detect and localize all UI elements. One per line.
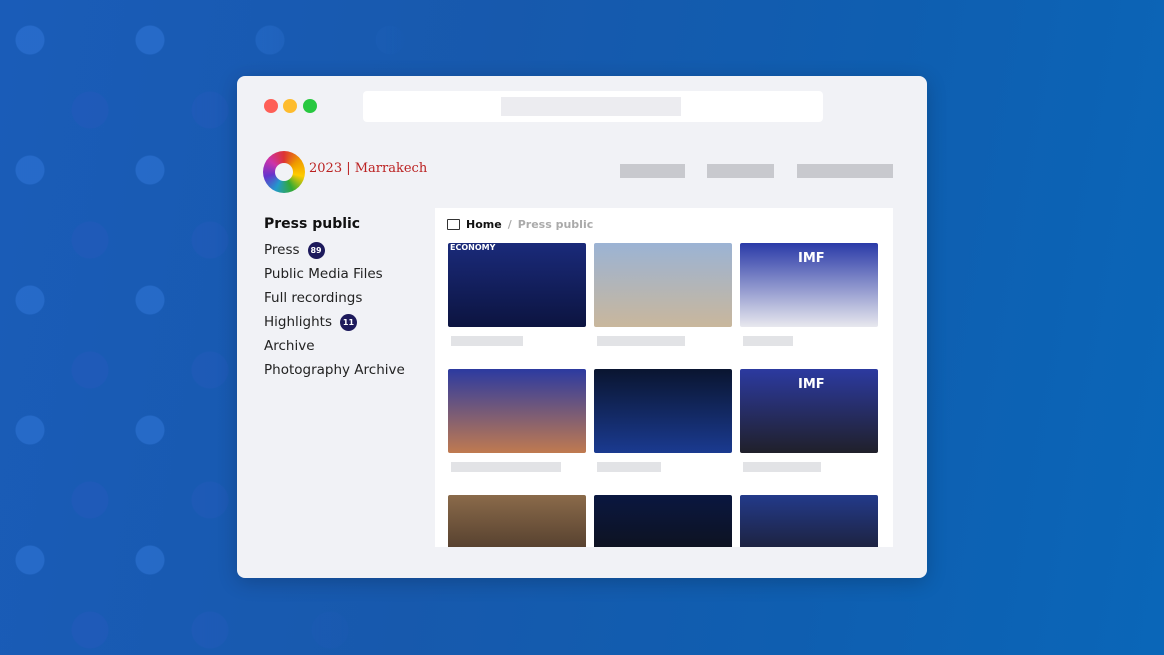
breadcrumb-home[interactable]: Home	[466, 218, 502, 231]
sidebar-item-full-recordings[interactable]: Full recordings	[264, 286, 405, 310]
sidebar-item-press[interactable]: Press 89	[264, 238, 405, 262]
folder-icon	[447, 219, 460, 230]
nav-placeholder-1[interactable]	[620, 164, 685, 178]
address-placeholder	[501, 97, 681, 116]
media-thumbnail[interactable]: IMF	[740, 243, 878, 327]
thumbnail-title-placeholder	[743, 462, 821, 472]
minimize-window-button[interactable]	[283, 99, 297, 113]
sidebar: Press public Press 89 Public Media Files …	[264, 216, 405, 382]
thumbnail-title-placeholder	[451, 336, 523, 346]
sidebar-item-public-media-files[interactable]: Public Media Files	[264, 262, 405, 286]
logo[interactable]: 2023 | Marrakech	[263, 151, 427, 193]
nav-placeholder-3[interactable]	[797, 164, 893, 178]
thumbnail-title-placeholder	[451, 462, 561, 472]
nav-placeholder-2[interactable]	[707, 164, 774, 178]
breadcrumb-current: Press public	[517, 218, 594, 231]
breadcrumb: Home / Press public	[447, 218, 593, 231]
sidebar-item-label: Public Media Files	[264, 266, 383, 282]
media-thumbnail[interactable]	[594, 243, 732, 327]
maximize-window-button[interactable]	[303, 99, 317, 113]
thumbnail-title-placeholder	[597, 462, 661, 472]
media-thumbnail[interactable]	[448, 369, 586, 453]
sidebar-item-highlights[interactable]: Highlights 11	[264, 310, 405, 334]
media-panel: Home / Press public ECONOMY IMF IMF	[435, 208, 893, 547]
thumbnail-title-placeholder	[743, 336, 793, 346]
sidebar-item-label: Press	[264, 242, 300, 258]
sidebar-item-photography-archive[interactable]: Photography Archive	[264, 358, 405, 382]
address-bar[interactable]	[363, 91, 823, 122]
thumbnail-text: IMF	[798, 251, 825, 266]
sidebar-item-label: Archive	[264, 338, 315, 354]
sidebar-item-archive[interactable]: Archive	[264, 334, 405, 358]
media-thumbnail[interactable]	[448, 495, 586, 547]
logo-text: 2023 | Marrakech	[309, 161, 428, 176]
sidebar-item-label: Highlights	[264, 314, 332, 330]
media-thumbnail[interactable]: IMF	[740, 369, 878, 453]
count-badge: 11	[339, 313, 357, 331]
browser-window: 2023 | Marrakech Press public Press 89 Pu…	[237, 76, 927, 578]
media-thumbnail[interactable]	[740, 495, 878, 547]
thumbnail-text: ECONOMY	[450, 243, 496, 252]
close-window-button[interactable]	[264, 99, 278, 113]
count-badge: 89	[307, 241, 325, 259]
sidebar-title[interactable]: Press public	[264, 216, 405, 232]
breadcrumb-separator: /	[507, 218, 512, 231]
thumbnail-text: IMF	[798, 377, 825, 392]
sidebar-item-label: Full recordings	[264, 290, 363, 306]
media-thumbnail[interactable]	[594, 369, 732, 453]
logo-ring-icon	[263, 151, 305, 193]
sidebar-item-label: Photography Archive	[264, 362, 405, 378]
media-thumbnail[interactable]	[594, 495, 732, 547]
media-thumbnail[interactable]: ECONOMY	[448, 243, 586, 327]
thumbnail-title-placeholder	[597, 336, 685, 346]
